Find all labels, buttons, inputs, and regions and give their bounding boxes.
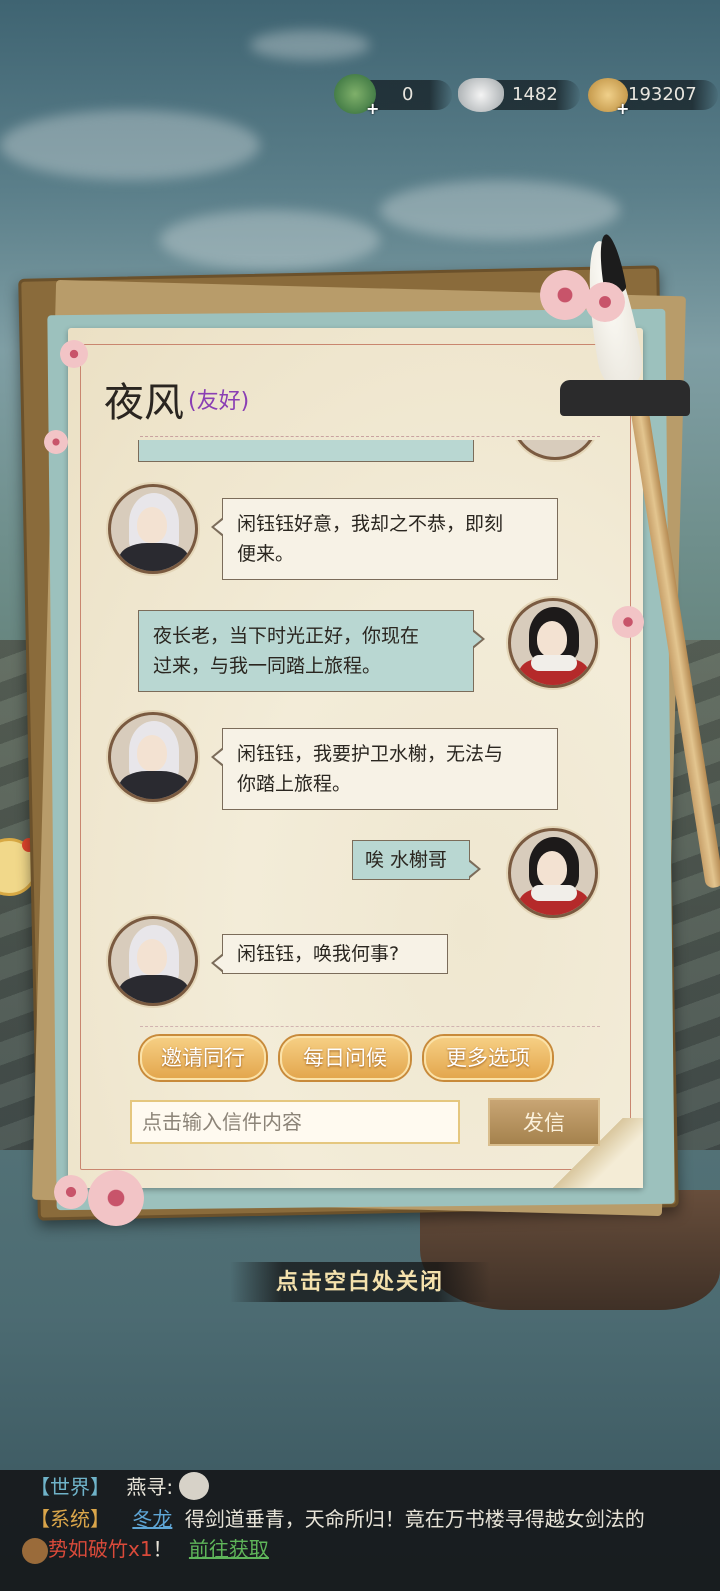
message-bubble-player: 夜长老，当下时光正好，你现在 过来，与我一同踏上旅程。 — [138, 610, 485, 692]
message-bubble-npc: 闲钰钰好意，我却之不恭，即刻 便来。 — [211, 498, 558, 580]
message-bubble-npc: 闲钰钰，我要护卫水榭，无法与 你踏上旅程。 — [211, 728, 558, 810]
plum-blossom-icon — [54, 1175, 88, 1209]
jade-value: 0 — [402, 84, 414, 105]
message-bubble-player: 唉 水榭哥 — [352, 840, 481, 880]
relation-label: (友好) — [188, 389, 250, 414]
message-text: 闲钰钰好意，我却之不恭，即刻 — [237, 513, 504, 535]
copper-value: 193207 — [628, 84, 697, 105]
message-text: 你踏上旅程。 — [237, 773, 352, 795]
currency-jade[interactable]: + 0 — [334, 74, 452, 117]
message-text: 闲钰钰，唤我何事? — [237, 943, 400, 965]
currency-copper[interactable]: + 193207 — [588, 78, 718, 117]
cloud — [0, 110, 260, 180]
message-text: 闲钰钰，我要护卫水榭，无法与 — [237, 743, 504, 765]
plus-icon[interactable]: + — [366, 101, 380, 117]
daily-greeting-button[interactable]: 每日问候 — [280, 1036, 410, 1080]
avatar-partial — [510, 440, 600, 460]
item-name[interactable]: 势如破竹x1 — [48, 1537, 153, 1561]
currency-silver[interactable]: 1482 — [458, 78, 580, 112]
player-avatar[interactable] — [508, 598, 598, 688]
message-text: 夜长老，当下时光正好，你现在 — [153, 625, 420, 647]
brush-rest — [560, 380, 690, 416]
message-text: 唉 水榭哥 — [365, 849, 448, 871]
plum-blossom-icon — [88, 1170, 144, 1226]
cloud — [380, 180, 620, 240]
plum-blossom-icon — [585, 282, 625, 322]
chat-line-world: 【世界】 燕寻: — [30, 1471, 210, 1503]
cloud — [160, 210, 380, 270]
divider — [140, 1026, 600, 1028]
message-bubble-npc: 闲钰钰，唤我何事? — [211, 934, 448, 974]
sticker-icon — [179, 1471, 210, 1500]
message-text: 过来，与我一同踏上旅程。 — [153, 655, 382, 677]
plum-blossom-icon — [540, 270, 590, 320]
npc-avatar[interactable] — [108, 484, 198, 574]
contact-name: 夜风 — [104, 380, 184, 426]
item-icon — [22, 1538, 48, 1564]
plum-blossom-icon — [60, 340, 88, 368]
go-obtain-link[interactable]: 前往获取 — [189, 1537, 269, 1561]
letter-content-input[interactable]: 点击输入信件内容 — [130, 1100, 460, 1144]
system-message: 得剑道垂青，天命所归！竟在万书楼寻得越女剑法的 — [184, 1507, 645, 1531]
punctuation: ！ — [152, 1537, 173, 1561]
close-hint[interactable]: 点击空白处关闭 — [230, 1262, 490, 1302]
chat-log[interactable]: 【世界】 燕寻: 【系统】 冬龙 得剑道垂青，天命所归！竟在万书楼寻得越女剑法的… — [0, 1470, 720, 1591]
divider — [140, 436, 600, 438]
channel-world[interactable]: 【世界】 — [30, 1475, 110, 1499]
channel-system[interactable]: 【系统】 — [30, 1507, 110, 1531]
send-letter-button[interactable]: 发信 — [488, 1098, 600, 1146]
chat-line-system-cont: 势如破竹x1！ 前往获取 — [48, 1534, 269, 1564]
silver-value: 1482 — [512, 84, 558, 105]
invite-companion-button[interactable]: 邀请同行 — [140, 1036, 266, 1080]
speaker-name[interactable]: 燕寻: — [126, 1475, 173, 1499]
player-avatar[interactable] — [508, 828, 598, 918]
npc-avatar[interactable] — [108, 712, 198, 802]
chat-line-system: 【系统】 冬龙 得剑道垂青，天命所归！竟在万书楼寻得越女剑法的 — [30, 1504, 645, 1534]
cloud — [250, 30, 370, 60]
message-text: 便来。 — [237, 543, 295, 565]
silver-ingot-icon — [458, 78, 504, 112]
npc-avatar[interactable] — [108, 916, 198, 1006]
message-list[interactable]: 闲钰钰好意，我却之不恭，即刻 便来。 夜长老，当下时光正好，你现在 过来，与我一… — [100, 440, 620, 1025]
player-name-link[interactable]: 冬龙 — [132, 1507, 172, 1531]
message-bubble-partial — [138, 440, 474, 462]
more-options-button[interactable]: 更多选项 — [424, 1036, 552, 1080]
plum-blossom-icon — [44, 430, 68, 454]
